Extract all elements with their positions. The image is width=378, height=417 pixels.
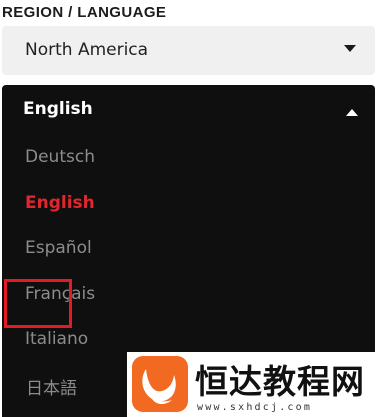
watermark-title: 恒达教程网 (195, 362, 365, 401)
region-select-value: North America (25, 40, 149, 60)
watermark-url: www.sxhdcj.com (197, 402, 313, 413)
highlight-annotation-box (4, 279, 72, 328)
language-option-deutsch[interactable]: Deutsch (25, 147, 95, 167)
language-option-espanol[interactable]: Español (25, 238, 92, 258)
language-option-italiano[interactable]: Italiano (25, 329, 88, 349)
watermark: 恒达教程网 www.sxhdcj.com (127, 352, 378, 417)
language-selected-value[interactable]: English (23, 99, 93, 119)
language-option-japanese[interactable]: 日本語 (26, 374, 77, 399)
region-language-label: REGION / LANGUAGE (2, 4, 167, 21)
fox-tail-logo-icon (132, 356, 188, 412)
language-option-english[interactable]: English (25, 193, 95, 213)
chevron-up-icon[interactable] (346, 109, 358, 116)
chevron-down-icon (344, 45, 356, 52)
region-select[interactable]: North America (2, 26, 375, 75)
